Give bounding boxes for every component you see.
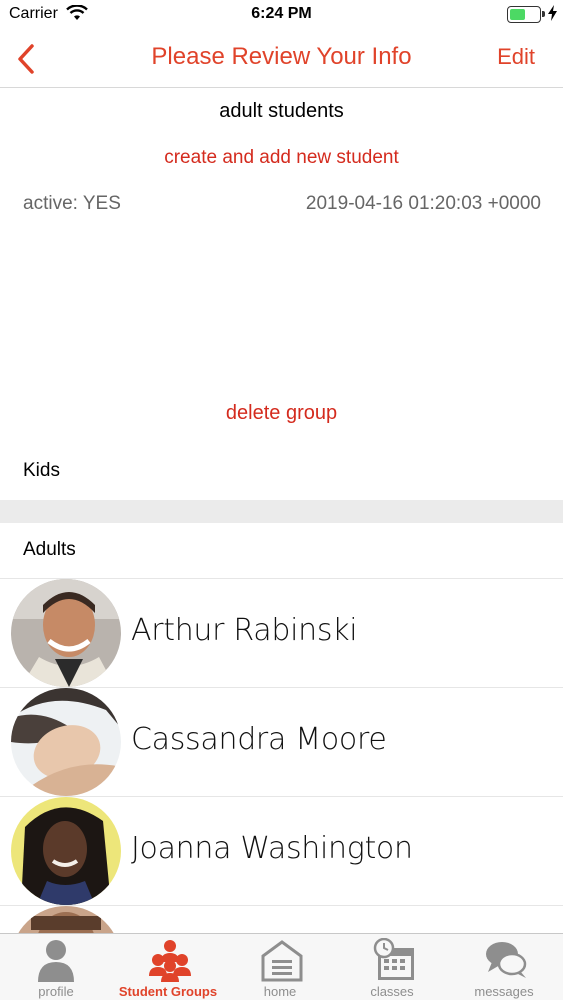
section-divider	[0, 500, 563, 523]
tab-profile[interactable]: profile	[0, 934, 112, 1000]
tab-label: Student Groups	[118, 984, 218, 999]
tab-label: classes	[370, 984, 414, 999]
battery-icon	[507, 6, 545, 23]
group-row-adults[interactable]: Adults	[0, 528, 563, 576]
status-bar: Carrier 6:24 PM	[0, 0, 563, 30]
active-status: active: YES	[23, 193, 121, 214]
group-icon	[149, 940, 191, 982]
avatar	[11, 579, 121, 687]
student-name: Cassandra Moore	[131, 722, 387, 757]
navigation-bar: Please Review Your Info Edit	[0, 30, 563, 88]
chat-icon	[486, 942, 527, 978]
student-name: Joanna Washington	[131, 831, 413, 866]
student-row[interactable]: Joanna Washington	[0, 796, 563, 905]
battery-level	[510, 9, 525, 20]
student-row[interactable]: Cassandra Moore	[0, 687, 563, 796]
tab-messages[interactable]: messages	[448, 934, 560, 1000]
tab-label: profile	[38, 984, 74, 999]
clock: 6:24 PM	[251, 5, 312, 22]
group-row-kids[interactable]: Kids	[0, 449, 563, 497]
person-icon	[38, 940, 74, 982]
calendar-icon	[373, 938, 414, 980]
student-name: Arthur Rabinski	[131, 613, 358, 648]
group-label: Kids	[23, 460, 60, 481]
tab-classes[interactable]: classes	[336, 934, 448, 1000]
delete-group-button[interactable]: delete group	[0, 402, 563, 425]
page-title: Please Review Your Info	[151, 43, 412, 70]
charging-icon	[548, 5, 557, 21]
avatar	[11, 797, 121, 905]
tab-student-groups[interactable]: Student Groups	[112, 934, 224, 1000]
tab-label: home	[263, 984, 297, 999]
avatar	[11, 688, 121, 796]
student-row[interactable]: Arthur Rabinski	[0, 578, 563, 687]
tab-bar: profile Student Groups home classes mess…	[0, 933, 563, 1000]
tab-label: messages	[474, 984, 534, 999]
group-name: adult students	[219, 100, 344, 122]
tab-home[interactable]: home	[224, 934, 336, 1000]
home-icon	[261, 940, 303, 982]
edit-button[interactable]: Edit	[497, 44, 535, 70]
group-label: Adults	[23, 539, 76, 560]
add-student-button[interactable]: create and add new student	[0, 147, 563, 169]
created-timestamp: 2019-04-16 01:20:03 +0000	[305, 193, 541, 214]
